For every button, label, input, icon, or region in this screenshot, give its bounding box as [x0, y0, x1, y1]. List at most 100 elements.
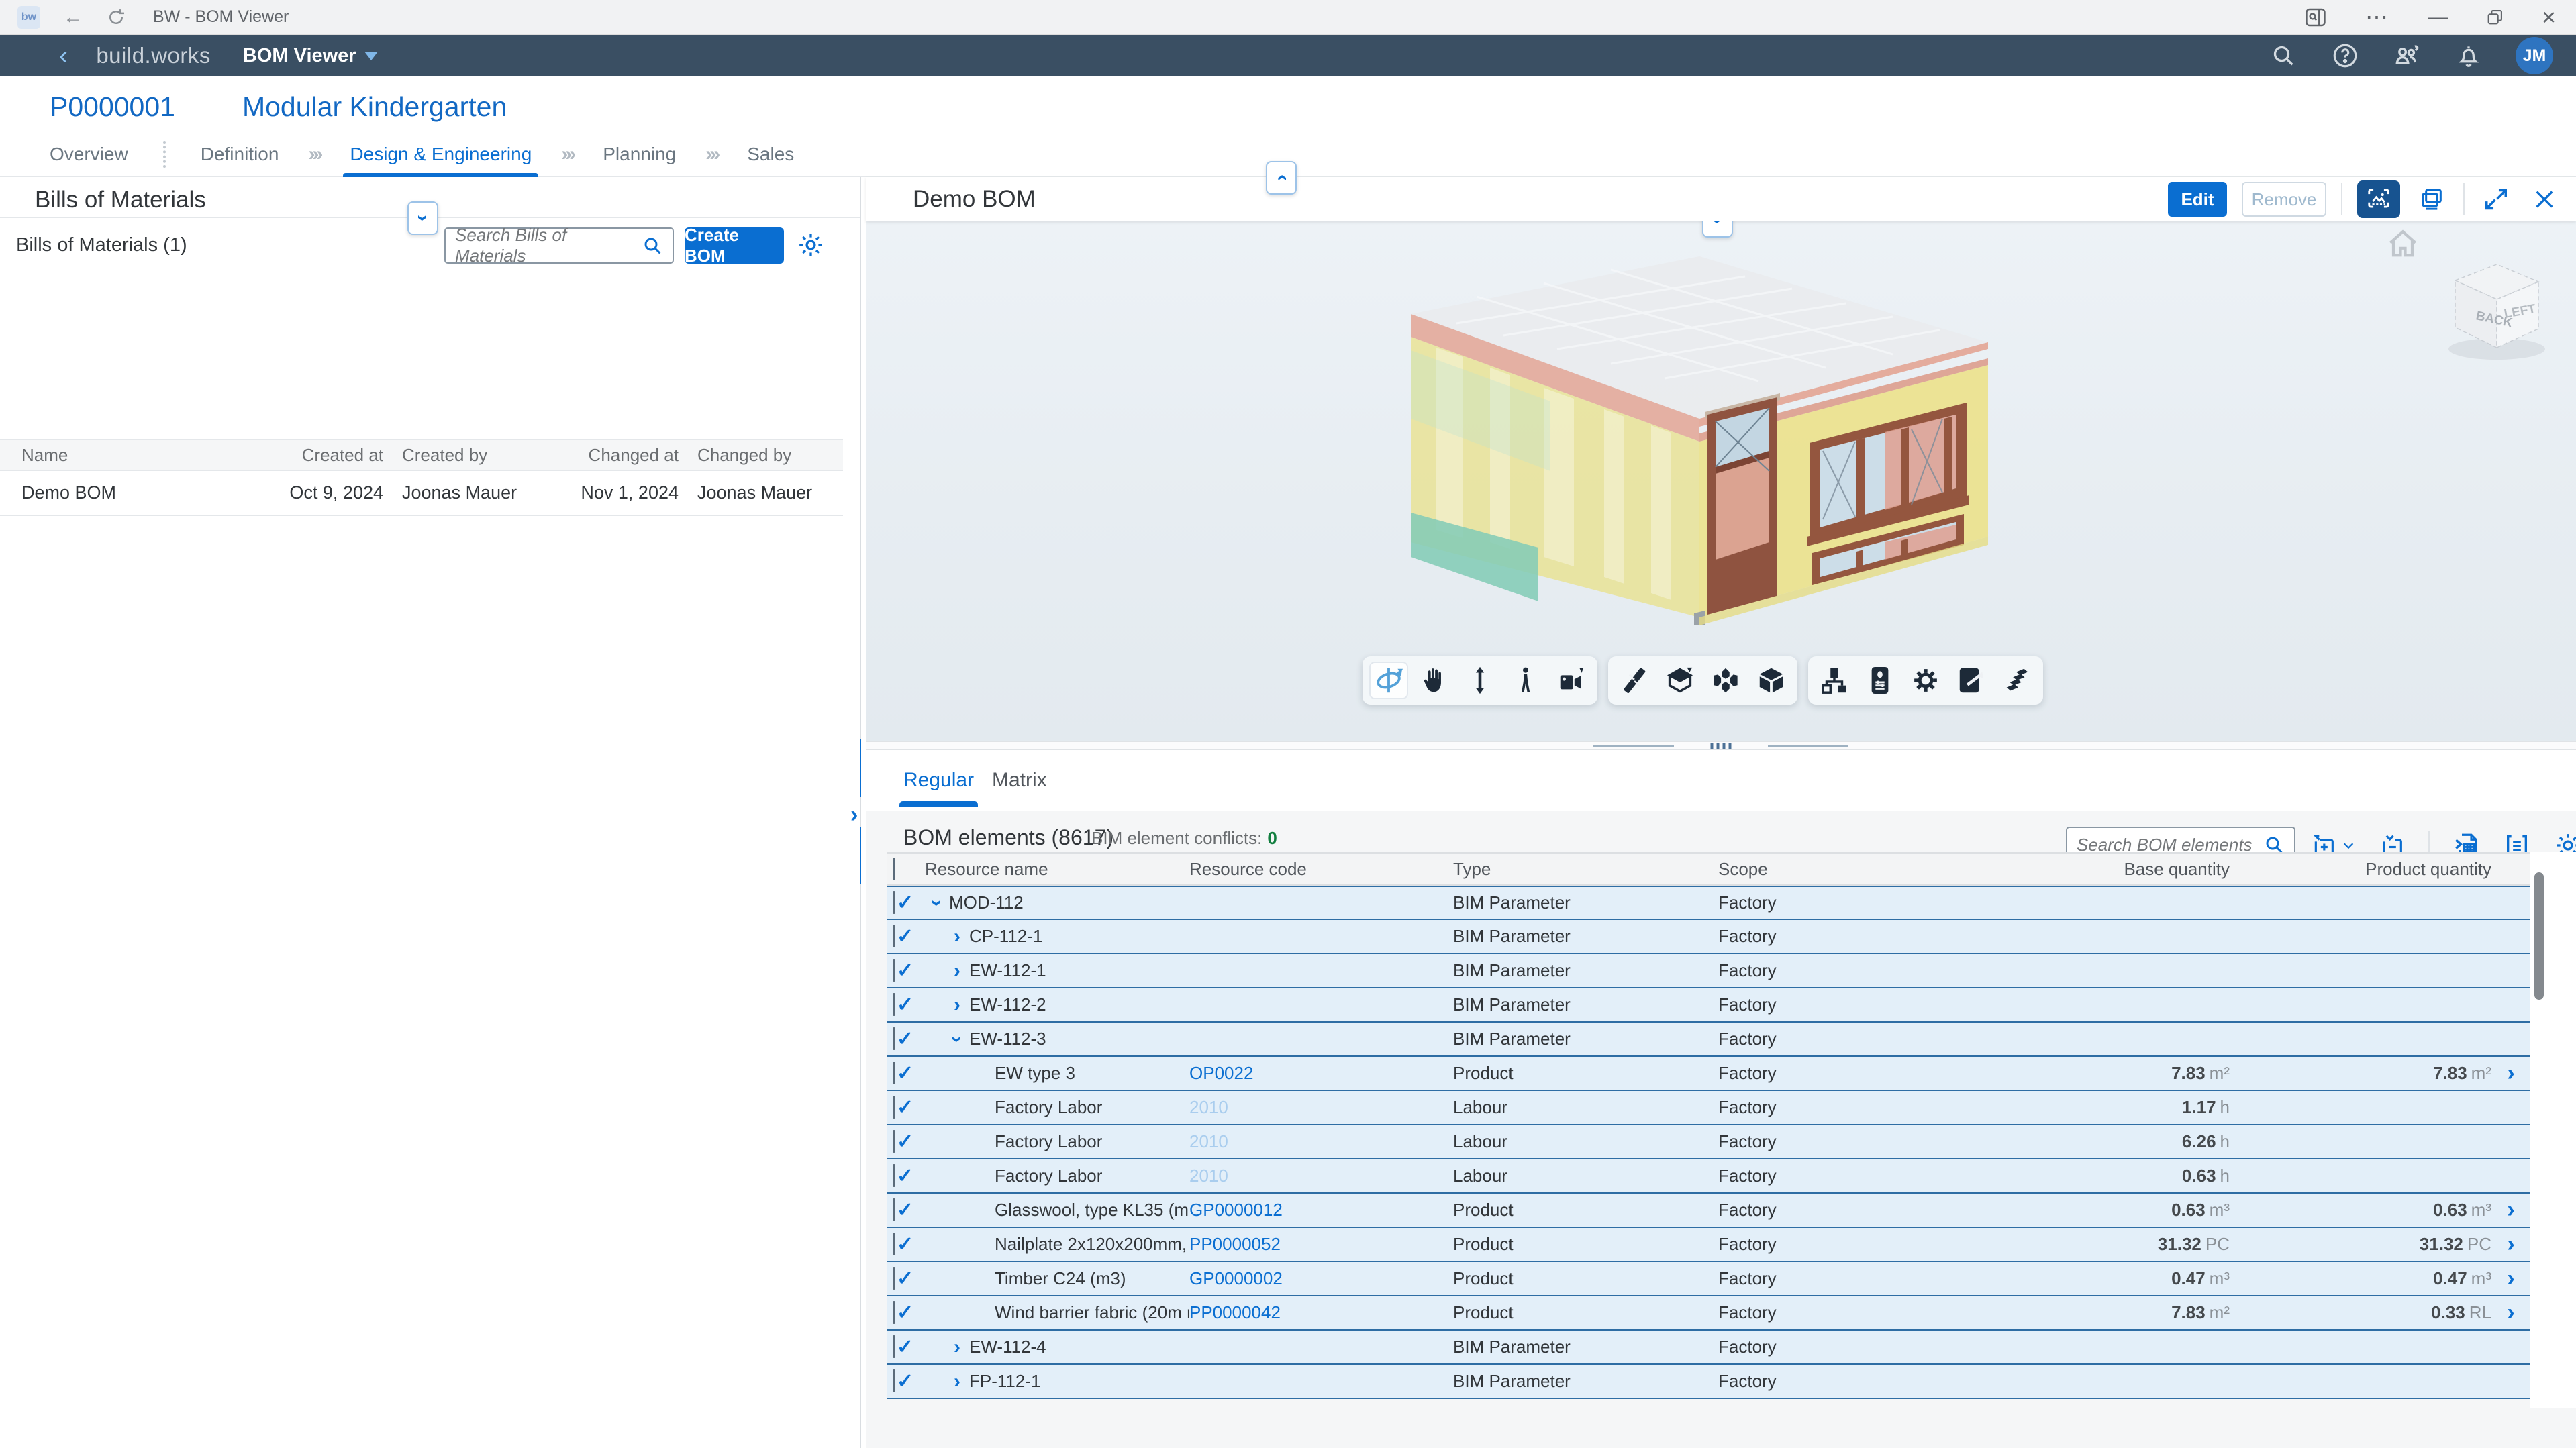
row-checkbox[interactable]	[893, 1301, 895, 1324]
col-changed-by[interactable]: Changed by	[679, 445, 823, 466]
resource-code-link[interactable]: PP0000052	[1189, 1234, 1453, 1255]
measure-tool-icon[interactable]	[1615, 662, 1654, 699]
row-details-chevron-icon[interactable]: ›	[2491, 1231, 2530, 1257]
fullscreen-icon[interactable]	[2479, 183, 2513, 216]
bom-table-row[interactable]: Factory Labor2010LabourFactory6.26h	[887, 1125, 2530, 1159]
properties-tool-icon[interactable]	[1861, 662, 1899, 699]
left-panel-collapse-button[interactable]: ›	[407, 201, 438, 235]
duplicate-view-icon[interactable]	[2415, 183, 2448, 216]
select-all-checkbox[interactable]	[893, 858, 895, 880]
bom-table-row[interactable]: ›FP-112-1BIM ParameterFactory	[887, 1365, 2530, 1399]
window-close-icon[interactable]: ×	[2542, 3, 2556, 32]
walk-tool-icon[interactable]	[1506, 662, 1545, 699]
tab-regular[interactable]: Regular	[903, 769, 974, 792]
bom-table-row[interactable]: ›MOD-112BIM ParameterFactory	[887, 886, 2530, 920]
row-checkbox[interactable]	[893, 1198, 895, 1221]
shell-search-icon[interactable]	[2269, 41, 2298, 70]
settings-tool-icon[interactable]	[1906, 662, 1945, 699]
shell-notifications-icon[interactable]	[2454, 41, 2483, 70]
pan-tool-icon[interactable]	[1415, 662, 1454, 699]
tab-planning[interactable]: Planning	[603, 144, 676, 165]
bills-table-row[interactable]: Demo BOMOct 9, 2024Joonas MauerNov 1, 20…	[0, 471, 843, 516]
building-model[interactable]	[1383, 250, 2007, 625]
tab-design-engineering[interactable]: Design & Engineering	[350, 144, 532, 165]
section-tool-icon[interactable]	[1661, 662, 1699, 699]
hierarchy-tool-icon[interactable]	[1815, 662, 1854, 699]
user-avatar[interactable]: JM	[2516, 37, 2553, 74]
row-checkbox[interactable]	[893, 1335, 895, 1358]
col-changed-at[interactable]: Changed at	[528, 445, 679, 466]
row-checkbox[interactable]	[893, 1027, 895, 1050]
explode-tool-icon[interactable]	[1706, 662, 1745, 699]
row-checkbox[interactable]	[893, 1062, 895, 1084]
bom-table-row[interactable]: Timber C24 (m3)GP0000002ProductFactory0.…	[887, 1262, 2530, 1296]
row-details-chevron-icon[interactable]: ›	[2491, 1265, 2530, 1292]
row-details-chevron-icon[interactable]: ›	[2491, 1300, 2530, 1326]
bills-table-settings-icon[interactable]	[796, 230, 826, 260]
shell-help-icon[interactable]	[2330, 41, 2360, 70]
panel-splitter-horizontal[interactable]	[866, 741, 2576, 750]
row-checkbox[interactable]	[893, 1233, 895, 1255]
camera-tool-icon[interactable]	[1552, 662, 1591, 699]
create-bom-button[interactable]: Create BOM	[685, 227, 784, 264]
col-scope[interactable]: Scope	[1718, 859, 2027, 880]
table-scrollbar[interactable]	[2534, 872, 2544, 1000]
row-checkbox[interactable]	[893, 1130, 895, 1153]
row-checkbox[interactable]	[893, 891, 895, 914]
col-created-by[interactable]: Created by	[383, 445, 528, 466]
splitter-expand-icon[interactable]: ›	[850, 802, 858, 828]
browser-reload-icon[interactable]	[106, 7, 126, 28]
tab-matrix[interactable]: Matrix	[992, 769, 1047, 792]
zoom-tool-icon[interactable]	[1460, 662, 1499, 699]
bom-table-row[interactable]: Nailplate 2x120x200mm, galvPP0000052Prod…	[887, 1228, 2530, 1262]
bom-table-row[interactable]: Factory Labor2010LabourFactory1.17h	[887, 1091, 2530, 1125]
bom-table-row[interactable]: ›EW-112-1BIM ParameterFactory	[887, 954, 2530, 988]
viewer-collapse-up-button[interactable]: ›	[1266, 161, 1297, 195]
viewer-home-icon[interactable]	[2384, 225, 2422, 263]
browser-menu-icon[interactable]: ⋯	[2365, 4, 2390, 31]
bom-table-row[interactable]: EW type 3OP0022ProductFactory7.83m²7.83m…	[887, 1057, 2530, 1091]
row-checkbox[interactable]	[893, 1164, 895, 1187]
search-bills-input[interactable]: Search Bills of Materials	[444, 227, 674, 264]
model-tool-icon[interactable]	[1752, 662, 1791, 699]
bom-table-row[interactable]: Factory Labor2010LabourFactory0.63h	[887, 1159, 2530, 1194]
bom-table-row[interactable]: ›EW-112-4BIM ParameterFactory	[887, 1331, 2530, 1365]
resource-code-link[interactable]: PP0000042	[1189, 1302, 1453, 1323]
bom-table-row[interactable]: Wind barrier fabric (20m roll)PP0000042P…	[887, 1296, 2530, 1331]
browser-sidebar-search-icon[interactable]	[2303, 5, 2328, 30]
remove-button[interactable]: Remove	[2242, 182, 2326, 217]
col-base-quantity[interactable]: Base quantity	[2027, 859, 2230, 880]
viewer-collapse-down-button[interactable]: ›	[1702, 221, 1733, 238]
browser-back-icon[interactable]: ←	[63, 6, 83, 29]
resource-code-link[interactable]: GP0000012	[1189, 1200, 1453, 1221]
splitter-grip-icon[interactable]	[1711, 743, 1732, 749]
col-product-quantity[interactable]: Product quantity	[2230, 859, 2491, 880]
bom-table-row[interactable]: ›EW-112-3BIM ParameterFactory	[887, 1023, 2530, 1057]
edit-button[interactable]: Edit	[2168, 182, 2227, 217]
col-resource-name[interactable]: Resource name	[925, 859, 1189, 880]
shell-app-title[interactable]: BOM Viewer	[243, 45, 356, 67]
shell-users-icon[interactable]	[2392, 41, 2422, 70]
col-name[interactable]: Name	[21, 445, 283, 466]
col-type[interactable]: Type	[1453, 859, 1718, 880]
tab-sales[interactable]: Sales	[747, 144, 794, 165]
row-checkbox[interactable]	[893, 1267, 895, 1290]
panel-splitter-vertical[interactable]: ›	[860, 177, 861, 1448]
viewer-toggle-button[interactable]	[2357, 180, 2400, 218]
row-checkbox[interactable]	[893, 993, 895, 1016]
bom-table-row[interactable]: ›CP-112-1BIM ParameterFactory	[887, 920, 2530, 954]
row-details-chevron-icon[interactable]: ›	[2491, 1197, 2530, 1223]
window-restore-icon[interactable]	[2485, 8, 2504, 27]
col-created-at[interactable]: Created at	[283, 445, 383, 466]
orbit-tool-icon[interactable]	[1369, 662, 1408, 699]
row-checkbox[interactable]	[893, 925, 895, 947]
close-icon[interactable]	[2528, 183, 2561, 216]
window-minimize-icon[interactable]: —	[2428, 6, 2448, 29]
col-resource-code[interactable]: Resource code	[1189, 859, 1453, 880]
tab-overview[interactable]: Overview	[50, 144, 128, 165]
row-checkbox[interactable]	[893, 1096, 895, 1119]
bom-table-row[interactable]: ›EW-112-2BIM ParameterFactory	[887, 988, 2530, 1023]
bom-table-row[interactable]: Glasswool, type KL35 (m3)GP0000012Produc…	[887, 1194, 2530, 1228]
tab-definition[interactable]: Definition	[201, 144, 279, 165]
layers-tool-icon[interactable]	[1997, 662, 2036, 699]
